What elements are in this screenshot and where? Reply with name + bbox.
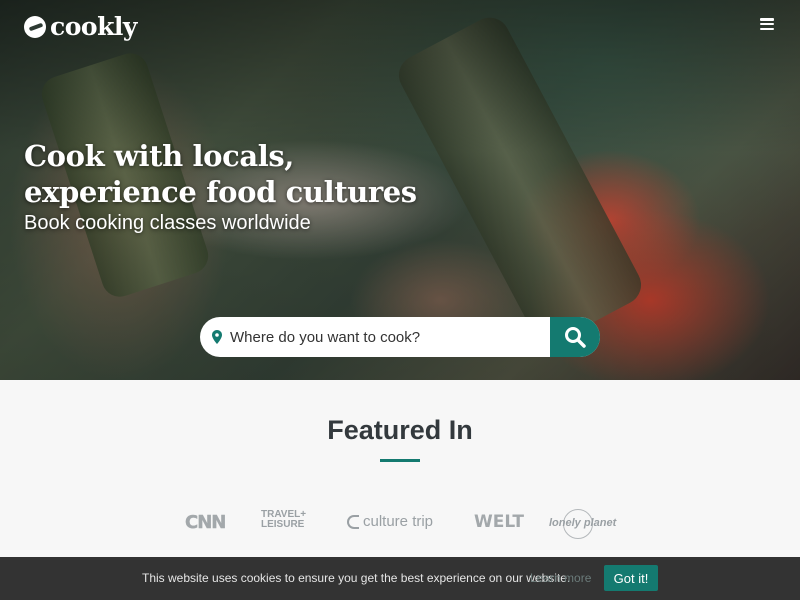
press-logo-travel-leisure: TRAVEL+ LEISURE [261,509,307,530]
press-logo-lonely-planet: lonely planet [549,509,616,539]
cookie-message: This website uses cookies to ensure you … [142,571,571,585]
search-button[interactable] [550,317,600,357]
cookie-consent-bar: This website uses cookies to ensure you … [0,557,800,600]
culture-trip-icon [347,514,359,529]
cookly-logo-icon [24,15,46,38]
cookie-learn-more-link[interactable]: Learn more [530,571,591,585]
site-logo[interactable]: cookly [24,12,137,41]
hero-section: cookly Cook with locals, experience food… [0,0,800,380]
logo-text: cookly [50,12,137,41]
hamburger-menu-icon[interactable] [760,18,774,30]
press-logo-culture-trip: culture trip [347,513,433,530]
hero-subheadline: Book cooking classes worldwide [24,212,311,234]
featured-in-heading: Featured In [327,415,473,445]
search-bar [200,317,600,357]
press-logos: CNN TRAVEL+ LEISURE culture trip WELT lo… [0,506,800,540]
search-icon [565,327,586,348]
map-pin-icon [212,330,222,344]
press-logo-welt: WELT [474,512,524,532]
search-input[interactable] [230,317,550,357]
hero-headline-line2: experience food cultures [24,175,417,209]
press-logo-cnn: CNN [185,512,227,533]
cookie-accept-button[interactable]: Got it! [604,565,658,591]
hero-headline: Cook with locals, experience food cultur… [24,138,417,210]
heading-underline [380,459,420,462]
hero-headline-line1: Cook with locals, [24,139,294,173]
